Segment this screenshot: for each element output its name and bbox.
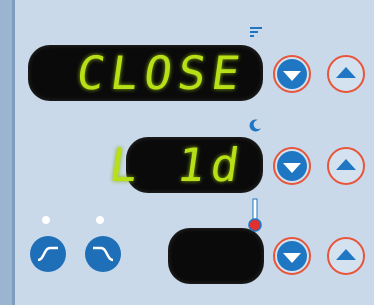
row3-down-button[interactable] — [273, 237, 311, 275]
thermometer-icon — [248, 198, 262, 232]
row2-up-button[interactable] — [327, 147, 365, 185]
ramp-up-button[interactable] — [30, 236, 66, 272]
arrow-up-icon — [336, 67, 356, 78]
third-display — [168, 228, 264, 284]
arrow-down-icon — [283, 252, 301, 263]
arrow-up-icon — [336, 249, 356, 260]
main-display-text: CLOSE — [72, 46, 249, 100]
row3-up-button[interactable] — [327, 237, 365, 275]
led-indicator — [42, 216, 50, 224]
arrow-down-icon — [283, 162, 301, 173]
row1-down-button[interactable] — [273, 55, 311, 93]
row1-up-button[interactable] — [327, 55, 365, 93]
ramp-down-icon — [93, 246, 114, 262]
row2-down-button[interactable] — [273, 147, 311, 185]
control-panel: CLOSE L 1d — [12, 0, 374, 305]
secondary-display-text: L 1d — [106, 138, 249, 192]
panel-edge — [12, 0, 15, 305]
arrow-up-icon — [336, 159, 356, 170]
led-indicator — [96, 216, 104, 224]
ramp-up-icon — [37, 246, 58, 262]
ramp-down-button[interactable] — [85, 236, 121, 272]
moon-icon — [249, 119, 261, 132]
fan-icon — [250, 27, 262, 37]
main-display: CLOSE — [28, 45, 263, 101]
secondary-display: L 1d — [106, 137, 263, 193]
arrow-down-icon — [283, 70, 301, 81]
